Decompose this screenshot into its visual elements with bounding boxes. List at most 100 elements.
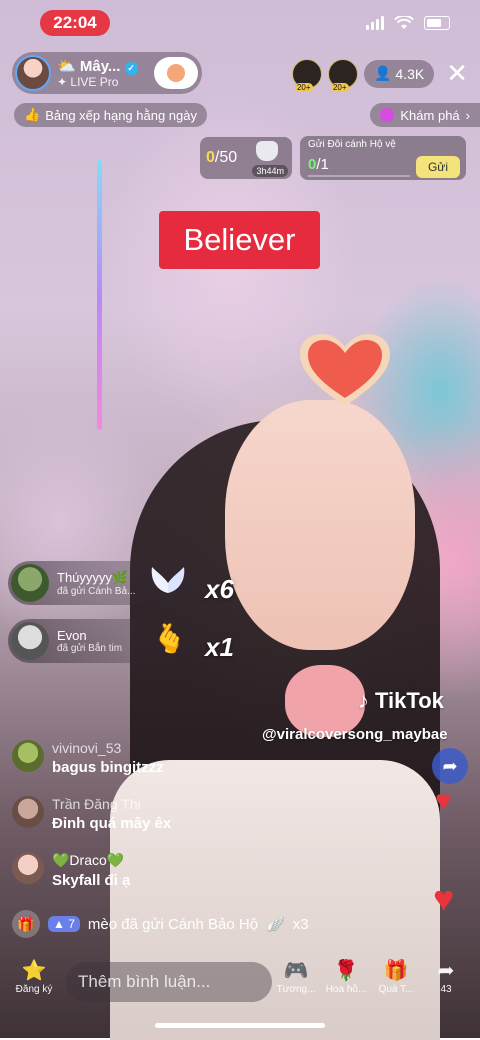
comment-body: 💚Draco💚 Skyfall đi ạ: [52, 852, 130, 889]
hand-icon: 👍: [24, 107, 41, 122]
explore-pill[interactable]: Khám phá ›: [370, 103, 480, 127]
gift-label: Quà T...: [378, 984, 414, 995]
commenter-name: 💚Draco💚: [52, 852, 125, 868]
commenter-avatar: [12, 852, 44, 884]
guard-progress-bar: [308, 175, 410, 177]
guard-total: /1: [316, 156, 329, 173]
subscribe-button[interactable]: ⭐ Đăng ký: [10, 958, 58, 995]
finger-heart-icon: 🫰: [152, 623, 187, 654]
follow-button[interactable]: [154, 57, 198, 89]
comment-placeholder: Thêm bình luận...: [78, 972, 211, 991]
gift-combo-count: x1: [205, 632, 234, 662]
bottom-bar: ⭐ Đăng ký Thêm bình luận... 🎮 Tương... 🌹…: [0, 958, 480, 1008]
share-button[interactable]: ➦ 43: [422, 958, 470, 995]
star-icon: ⭐: [21, 960, 47, 982]
verified-icon: ✓: [124, 62, 138, 75]
rose-button[interactable]: 🌹 Hoa hồ...: [322, 958, 370, 995]
interact-icon: 🎮: [283, 960, 309, 982]
daily-rank-pill[interactable]: 👍 Bảng xếp hạng hằng ngày: [14, 103, 207, 127]
host-subtitle-text: LIVE Pro: [70, 75, 119, 89]
gift-text: Thúyyyyy🌿 đã gửi Cánh Bả...: [57, 570, 135, 597]
led-light-strip: [97, 160, 102, 430]
heart-float-icon: ♥: [433, 878, 455, 919]
tiktok-watermark: ♪ TikTok: [358, 688, 444, 714]
comment-text: Skyfall đi ạ: [52, 872, 131, 889]
share-shortcut-icon[interactable]: ➦: [432, 748, 468, 784]
gift-banner: 🎁 ▲ 7 mèo đã gửi Cánh Bảo Hộ 🪽 x3: [12, 910, 309, 938]
viewer-count[interactable]: 👤 4.3K: [363, 59, 435, 88]
top-right-controls: 20+ 20+ 👤 4.3K ✕: [291, 58, 468, 92]
gift-text: Evon đã gửi Bắn tim: [57, 628, 122, 654]
close-icon[interactable]: ✕: [446, 58, 468, 89]
signal-icon: [366, 16, 384, 30]
host-name: ⛅ Mây... ✓: [57, 57, 138, 75]
interact-button[interactable]: 🎮 Tương...: [272, 958, 320, 995]
commenter-name: vivinovi_53: [52, 740, 122, 756]
guard-count: 0/1: [308, 156, 329, 173]
guard-send-button[interactable]: Gửi: [416, 156, 460, 178]
wifi-icon: [394, 16, 414, 29]
gifter-name: Evon: [57, 628, 87, 643]
viewer-level-badge: 20+: [330, 82, 349, 92]
rose-label: Hoa hồ...: [325, 984, 367, 995]
subscribe-label: Đăng ký: [15, 984, 53, 995]
person-icon: 👤: [373, 65, 392, 81]
user-level-badge: ▲ 7: [48, 916, 80, 932]
comment-body: vivinovi_53 bagus bingitzzz: [52, 740, 164, 776]
comment-text: Đỉnh quá mây êx: [52, 815, 172, 832]
viewer-count-text: 4.3K: [395, 65, 425, 82]
comment-input[interactable]: Thêm bình luận...: [66, 962, 272, 1002]
tiktok-brand: TikTok: [375, 688, 444, 713]
guard-title: Gửi Đôi cánh Hộ vệ: [308, 139, 396, 150]
host-info-pill[interactable]: ⛅ Mây... ✓ ✦ LIVE Pro: [12, 52, 202, 94]
gifter-avatar: [11, 564, 49, 602]
top-viewer-avatar[interactable]: 20+: [327, 58, 358, 92]
explore-label: Khám phá: [400, 107, 460, 123]
gift-icon: [256, 141, 278, 161]
heart-plus-icon: [167, 64, 185, 82]
gift-icon: 🎁: [383, 960, 409, 982]
gifter-avatar: [11, 622, 49, 660]
gift-button[interactable]: 🎁 Quà T...: [372, 958, 420, 995]
wing-small-icon: 🪽: [266, 916, 285, 933]
comment-text: bagus bingitzzz: [52, 759, 164, 776]
sparkle-icon: ✦: [57, 75, 68, 89]
host-name-text: Mây...: [79, 58, 121, 75]
status-icons: [366, 16, 450, 30]
daily-rank-label: Bảng xếp hạng hằng ngày: [45, 107, 197, 123]
battery-icon: [424, 16, 450, 30]
user-level: 7: [68, 917, 75, 931]
song-title-sticker: Believer: [159, 211, 320, 269]
host-subtitle: ✦ LIVE Pro: [57, 75, 138, 89]
gift-action: đã gửi Bắn tim: [57, 643, 123, 654]
host-avatar[interactable]: [15, 55, 51, 91]
commenter-avatar: [12, 740, 44, 772]
chat-comment[interactable]: vivinovi_53 bagus bingitzzz: [12, 740, 164, 776]
gift-action: đã gửi Cánh Bả...: [57, 585, 136, 597]
wing-gift-icon: [151, 567, 185, 593]
cloud-icon: ⛅: [57, 58, 76, 75]
tiktok-logo-icon: ♪: [358, 688, 369, 713]
gift-box-icon: 🎁: [12, 910, 40, 938]
chevron-right-icon: ›: [465, 107, 470, 123]
goal-count: 0/50: [206, 149, 237, 167]
status-time: 22:04: [40, 10, 110, 36]
gift-goal-widget[interactable]: 0/50 3h44m: [200, 137, 292, 179]
heart-sticker-icon: [300, 334, 390, 406]
guard-widget[interactable]: Gửi Đôi cánh Hộ vệ 0/1 Gửi: [300, 136, 466, 180]
interact-label: Tương...: [276, 984, 316, 995]
chat-comment[interactable]: Trần Đăng Thi Đỉnh quá mây êx: [12, 796, 171, 832]
gift-combo-count: x6: [205, 574, 234, 604]
top-viewer-avatar[interactable]: 20+: [291, 58, 322, 92]
gifter-name: Thúyyyyy🌿: [57, 569, 129, 585]
commenter-name: Trần Đăng Thi: [52, 796, 141, 812]
goal-timer: 3h44m: [252, 165, 288, 177]
goal-current: 0: [206, 149, 215, 166]
viewer-level-badge: 20+: [294, 82, 313, 92]
commenter-avatar: [12, 796, 44, 828]
chat-comment[interactable]: 💚Draco💚 Skyfall đi ạ: [12, 852, 130, 889]
gift-banner-count: x3: [292, 915, 309, 933]
home-indicator[interactable]: [155, 1023, 325, 1028]
gift-banner-text: mèo đã gửi Cánh Bảo Hộ: [87, 915, 259, 933]
share-icon: ➦: [437, 960, 455, 982]
